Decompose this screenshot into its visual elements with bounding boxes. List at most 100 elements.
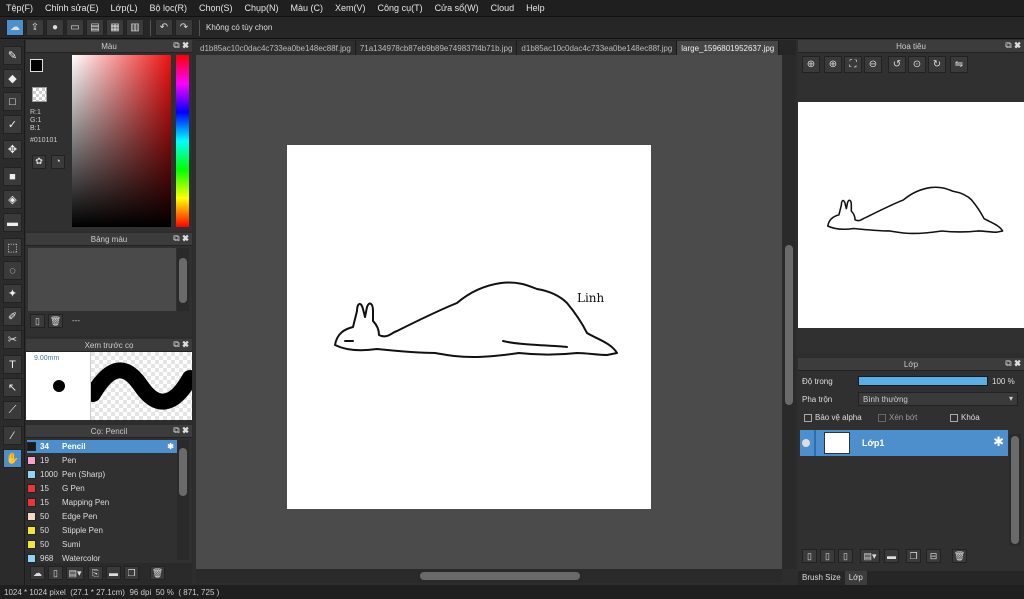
merge-icon[interactable]: ⊟ [926, 549, 941, 563]
canvas-vertical-scrollbar[interactable] [782, 55, 796, 569]
menu-help[interactable]: Help [526, 3, 545, 13]
brush-scrollbar[interactable] [177, 440, 189, 560]
document-tab[interactable]: 71a134978cb87eb9b89e749837f4b71b.jpg [355, 41, 518, 55]
grid-icon[interactable]: ▦ [106, 19, 124, 36]
brush-item[interactable]: 1000 Pen (Sharp) [27, 468, 177, 481]
hand-tool-icon[interactable]: ✋ [3, 449, 22, 468]
bucket-tool-icon[interactable]: ◈ [3, 190, 22, 209]
brush-item[interactable]: 50 Stipple Pen [27, 524, 177, 537]
text-tool-icon[interactable]: T [3, 355, 22, 374]
menu-layer[interactable]: Lớp(L) [111, 3, 138, 13]
brush-duplicate-icon[interactable]: ❐ [124, 566, 139, 580]
trash-icon[interactable]: 🗑 [952, 549, 967, 563]
palette-swatch-area[interactable] [28, 248, 176, 311]
lasso-icon[interactable]: ◌ [3, 261, 22, 280]
canvas-horizontal-scrollbar[interactable] [196, 569, 782, 583]
new-layer-icon[interactable]: ▯ [820, 549, 835, 563]
cloud-icon[interactable]: ☁ [6, 19, 24, 36]
menu-window[interactable]: Cửa sổ(W) [435, 3, 479, 13]
brush-item[interactable]: 19 Pen [27, 454, 177, 467]
speech-icon[interactable]: ● [46, 19, 64, 36]
panel-close-icon[interactable]: ⧉ ✖ [173, 40, 189, 51]
new-layer-icon[interactable]: ▯ [838, 549, 853, 563]
brush-item[interactable]: 50 Sumi [27, 538, 177, 551]
menu-view[interactable]: Xem(V) [335, 3, 366, 13]
gear-icon[interactable]: ✱ [993, 434, 1004, 450]
brush-tool-icon[interactable]: ✎ [3, 46, 22, 65]
menu-filter[interactable]: Bộ lọc(R) [149, 3, 187, 13]
flip-icon[interactable]: ⇋ [950, 56, 968, 73]
canvas-paper[interactable]: Linh [287, 145, 651, 509]
export-icon[interactable]: ⇪ [26, 19, 44, 36]
zoom-in-icon[interactable]: ⊕ [824, 56, 842, 73]
operation-tool-icon[interactable]: ↖ [3, 378, 22, 397]
panels-icon[interactable]: ▥ [126, 19, 144, 36]
menu-cloud[interactable]: Cloud [491, 3, 515, 13]
menu-tools[interactable]: Công cụ(T) [378, 3, 423, 13]
palette-icon[interactable]: ✿ [32, 155, 46, 169]
rectangle-tool-icon[interactable]: □ [3, 92, 22, 111]
layer-scrollbar[interactable] [1009, 434, 1021, 546]
tab-layer[interactable]: Lớp [844, 571, 867, 585]
magic-wand-icon[interactable]: ✦ [3, 284, 22, 303]
transparent-swatch[interactable] [32, 87, 47, 102]
clipping-checkbox[interactable]: Xén bớt [878, 413, 917, 422]
palette-scrollbar[interactable] [177, 248, 189, 311]
eyedropper-icon[interactable]: ⟋ [3, 401, 22, 420]
panel-close-icon[interactable]: ⧉ ✖ [1005, 40, 1021, 51]
new-layer-icon[interactable]: ▯ [802, 549, 817, 563]
panel-close-icon[interactable]: ⧉ ✖ [173, 339, 189, 350]
tab-brush-size[interactable]: Brush Size [798, 571, 845, 585]
fill-rect-tool-icon[interactable]: ■ [3, 167, 22, 186]
brush-item[interactable]: 50 Edge Pen [27, 510, 177, 523]
brush-folder-icon[interactable]: ▬ [106, 566, 121, 580]
panel-close-icon[interactable]: ⧉ ✖ [1005, 358, 1021, 369]
new-brush-icon[interactable]: ▯ [48, 566, 63, 580]
brush-cloud-icon[interactable]: ☁ [30, 566, 45, 580]
blend-mode-select[interactable]: Bình thường ▾ [858, 392, 1018, 406]
delete-brush-icon[interactable]: 🗑 [150, 566, 165, 580]
navigator-preview[interactable] [798, 102, 1024, 328]
add-brush-icon[interactable]: ▤▾ [66, 566, 84, 580]
document-tab[interactable]: d1b85ac10c0dac4c733ea0be148ec88f.jpg [196, 41, 356, 55]
brush-item[interactable]: 15 G Pen [27, 482, 177, 495]
panel-close-icon[interactable]: ⧉ ✖ [173, 233, 189, 244]
document-tab[interactable]: d1b85ac10c0dac4c733ea0be148ec88f.jpg [517, 41, 678, 55]
hue-slider[interactable] [176, 55, 189, 227]
menu-color[interactable]: Màu (C) [291, 3, 324, 13]
new-palette-icon[interactable]: ▯ [30, 314, 45, 328]
opacity-slider[interactable] [858, 376, 988, 386]
select-pen-icon[interactable]: ✐ [3, 307, 22, 326]
select-rect-icon[interactable]: ⬚ [3, 238, 22, 257]
gradient-tool-icon[interactable]: ▬ [3, 213, 22, 232]
duplicate-icon[interactable]: ❐ [906, 549, 921, 563]
menu-select[interactable]: Chọn(S) [199, 3, 233, 13]
layer-row[interactable]: Lớp1 ✱ [800, 430, 1008, 456]
document-tab-active[interactable]: large_1596801952637.jpg [677, 41, 780, 55]
copy-brush-icon[interactable]: ⎘ [88, 566, 103, 580]
saturation-value-field[interactable] [72, 55, 171, 227]
page-icon[interactable]: ▤ [86, 19, 104, 36]
move-tool-icon[interactable]: ✥ [3, 140, 22, 159]
brush-item[interactable]: 34 Pencil ✱ [27, 440, 177, 453]
brush-item[interactable]: 15 Mapping Pen [27, 496, 177, 509]
gear-icon[interactable]: ✱ [167, 442, 174, 451]
zoom-out-icon[interactable]: ⊖ [864, 56, 882, 73]
eraser-tool-icon[interactable]: ◆ [3, 69, 22, 88]
lock-checkbox[interactable]: Khóa [950, 413, 980, 422]
line-tool-icon[interactable]: ✓ [3, 115, 22, 134]
panel-close-icon[interactable]: ⧉ ✖ [173, 425, 189, 436]
color-picker-icon[interactable]: ◔ [51, 155, 65, 169]
add-layer-dropdown-icon[interactable]: ▤▾ [860, 549, 880, 563]
menu-capture[interactable]: Chụp(N) [245, 3, 279, 13]
undo-icon[interactable]: ↶ [155, 19, 173, 36]
foreground-color-swatch[interactable] [30, 59, 43, 72]
zoom-in-icon[interactable]: ⊕ [802, 56, 820, 73]
fit-icon[interactable]: ⛶ [844, 56, 862, 73]
rotate-left-icon[interactable]: ↺ [888, 56, 906, 73]
dropper-icon[interactable]: ⁄ [3, 426, 22, 445]
protect-alpha-checkbox[interactable]: Bảo vệ alpha [804, 413, 862, 422]
delete-palette-icon[interactable]: 🗑 [48, 314, 63, 328]
comment-icon[interactable]: ▭ [66, 19, 84, 36]
eye-icon[interactable] [802, 439, 810, 447]
